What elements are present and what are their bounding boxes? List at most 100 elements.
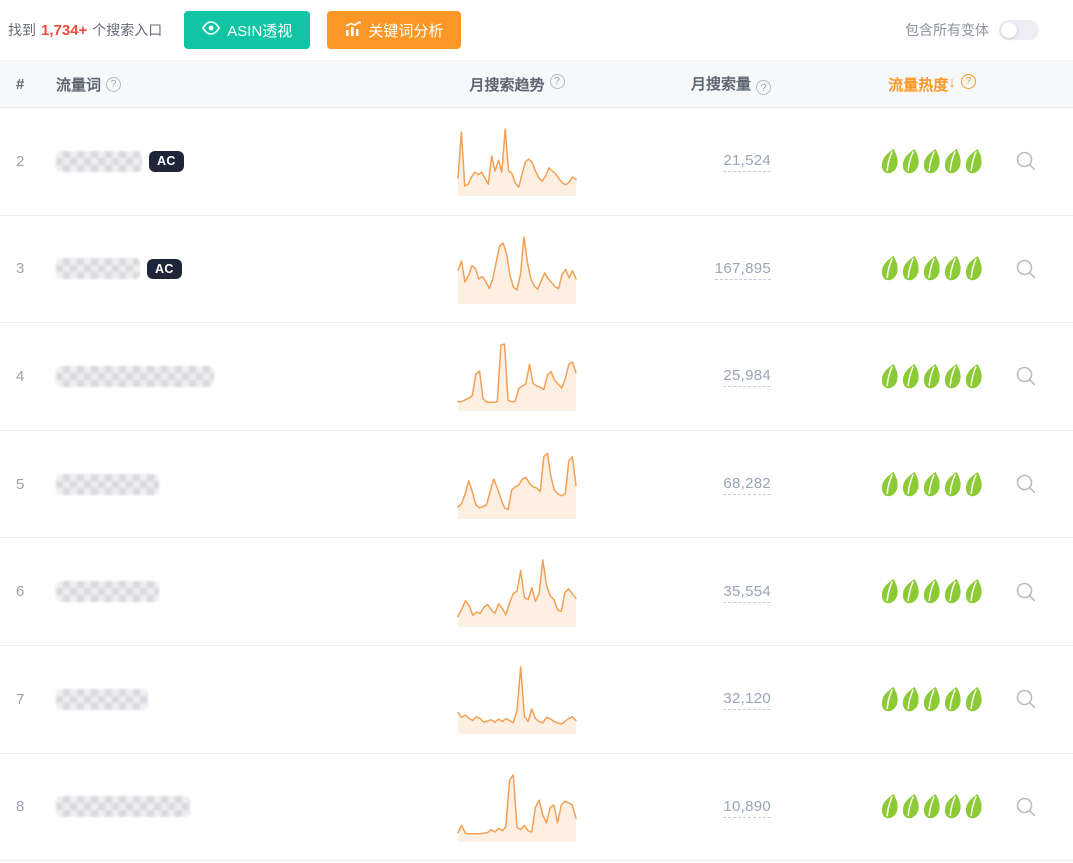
heat-cell xyxy=(787,363,1007,390)
trend-sparkline xyxy=(457,448,577,520)
row-index: 5 xyxy=(16,475,25,493)
keyword-blurred-text xyxy=(56,365,214,387)
table-row: 3 AC 167,895 xyxy=(0,216,1073,324)
actions-cell xyxy=(1007,796,1073,818)
row-index: 6 xyxy=(16,583,25,601)
toolbar: 找到 1,734+ 个搜索入口 ASIN透视 关键词分析 包含所有变体 xyxy=(0,0,1073,60)
search-icon[interactable] xyxy=(1015,365,1037,387)
volume-help-icon[interactable]: ? xyxy=(756,80,771,96)
row-index: 4 xyxy=(16,367,25,385)
trend-help-icon[interactable]: ? xyxy=(549,73,565,89)
table-row: 4 25,984 xyxy=(0,323,1073,431)
leaf-icon xyxy=(902,363,919,389)
trend-sparkline xyxy=(457,233,577,304)
leaf-icon xyxy=(923,686,940,712)
trend-sparkline xyxy=(457,340,577,412)
asin-button-label: ASIN透视 xyxy=(227,22,293,40)
search-volume[interactable]: 68,282 xyxy=(723,475,771,496)
results-count-text: 找到 1,734+ 个搜索入口 xyxy=(8,20,162,40)
search-volume[interactable]: 32,120 xyxy=(723,690,771,711)
search-icon[interactable] xyxy=(1015,688,1037,710)
volume-cell: 35,554 xyxy=(617,582,787,603)
keyword-blurred-text xyxy=(56,150,142,172)
search-icon[interactable] xyxy=(1015,796,1037,818)
heat-cell xyxy=(787,686,1007,713)
keyword-button-label: 关键词分析 xyxy=(368,22,444,40)
heat-leaves xyxy=(881,148,983,175)
volume-cell: 25,984 xyxy=(617,367,787,388)
trend-sparkline xyxy=(457,771,577,842)
table-body: 2 AC 21,524 3 AC 167,895 4 25,984 5 68,2… xyxy=(0,108,1073,862)
leaf-icon xyxy=(965,686,982,712)
leaf-icon xyxy=(944,471,961,496)
leaf-icon xyxy=(923,794,940,819)
leaf-icon xyxy=(881,471,898,496)
trend-cell xyxy=(417,125,617,197)
table-header: # 流量词 ? 月搜索趋势 ? 月搜索量? 流量热度 ↓ ? xyxy=(0,60,1073,108)
trend-sparkline xyxy=(457,556,577,627)
heat-leaves xyxy=(881,363,983,390)
search-volume[interactable]: 21,524 xyxy=(723,152,771,173)
search-icon[interactable] xyxy=(1015,581,1037,603)
leaf-icon xyxy=(902,256,919,281)
actions-cell xyxy=(1007,150,1073,172)
sparkline-area xyxy=(458,667,576,735)
keyword-cell[interactable] xyxy=(44,581,417,603)
trend-cell xyxy=(417,771,617,843)
search-icon[interactable] xyxy=(1015,473,1037,495)
keyword-blurred-text xyxy=(56,688,148,710)
heat-leaves xyxy=(881,578,983,605)
keyword-analysis-button[interactable]: 关键词分析 xyxy=(327,11,462,49)
keyword-help-icon[interactable]: ? xyxy=(106,76,122,92)
search-icon[interactable] xyxy=(1015,258,1037,280)
actions-cell xyxy=(1007,258,1073,280)
leaf-icon xyxy=(923,579,940,604)
keyword-cell[interactable] xyxy=(44,365,417,387)
leaf-icon xyxy=(902,471,919,496)
search-volume[interactable]: 10,890 xyxy=(723,797,771,818)
leaf-icon xyxy=(944,686,961,712)
heat-help-icon[interactable]: ? xyxy=(960,73,976,89)
trend-cell xyxy=(417,233,617,305)
search-volume[interactable]: 167,895 xyxy=(714,259,771,280)
ac-badge: AC xyxy=(147,258,182,280)
volume-cell: 21,524 xyxy=(617,152,787,173)
header-keyword-label: 流量词 xyxy=(56,76,102,94)
leaf-icon xyxy=(944,794,961,819)
actions-cell xyxy=(1007,365,1073,387)
volume-cell: 68,282 xyxy=(617,475,787,496)
keyword-cell[interactable]: AC xyxy=(44,258,417,280)
keyword-cell[interactable]: AC xyxy=(44,150,417,172)
asin-perspective-button[interactable]: ASIN透视 xyxy=(184,11,311,49)
header-heat-sort[interactable]: 流量热度 ↓ ? xyxy=(787,73,1007,95)
keyword-cell[interactable] xyxy=(44,688,417,710)
found-prefix: 找到 xyxy=(8,22,36,38)
variants-toggle[interactable] xyxy=(999,20,1039,40)
found-suffix: 个搜索入口 xyxy=(92,22,163,38)
search-icon[interactable] xyxy=(1015,150,1037,172)
leaf-icon xyxy=(944,148,961,174)
trend-cell xyxy=(417,663,617,735)
keyword-blurred-text xyxy=(56,796,190,818)
header-volume-label: 月搜索量 xyxy=(690,75,751,93)
leaf-icon xyxy=(944,256,961,281)
header-keyword: 流量词 ? xyxy=(44,74,417,95)
variants-toggle-label: 包含所有变体 xyxy=(905,22,989,38)
leaf-icon xyxy=(881,148,898,174)
keyword-cell[interactable] xyxy=(44,796,417,818)
search-volume[interactable]: 25,984 xyxy=(723,367,771,388)
search-volume[interactable]: 35,554 xyxy=(723,582,771,603)
leaf-icon xyxy=(902,686,919,712)
leaf-icon xyxy=(965,579,982,604)
volume-cell: 10,890 xyxy=(617,797,787,818)
row-index: 2 xyxy=(16,152,25,170)
found-count: 1,734+ xyxy=(41,21,88,39)
keyword-cell[interactable] xyxy=(44,473,417,495)
header-index: # xyxy=(16,75,25,93)
actions-cell xyxy=(1007,473,1073,495)
heat-cell xyxy=(787,793,1007,820)
leaf-icon xyxy=(881,256,898,281)
leaf-icon xyxy=(944,363,961,389)
keyword-blurred-text xyxy=(56,581,159,603)
leaf-icon xyxy=(923,363,940,389)
